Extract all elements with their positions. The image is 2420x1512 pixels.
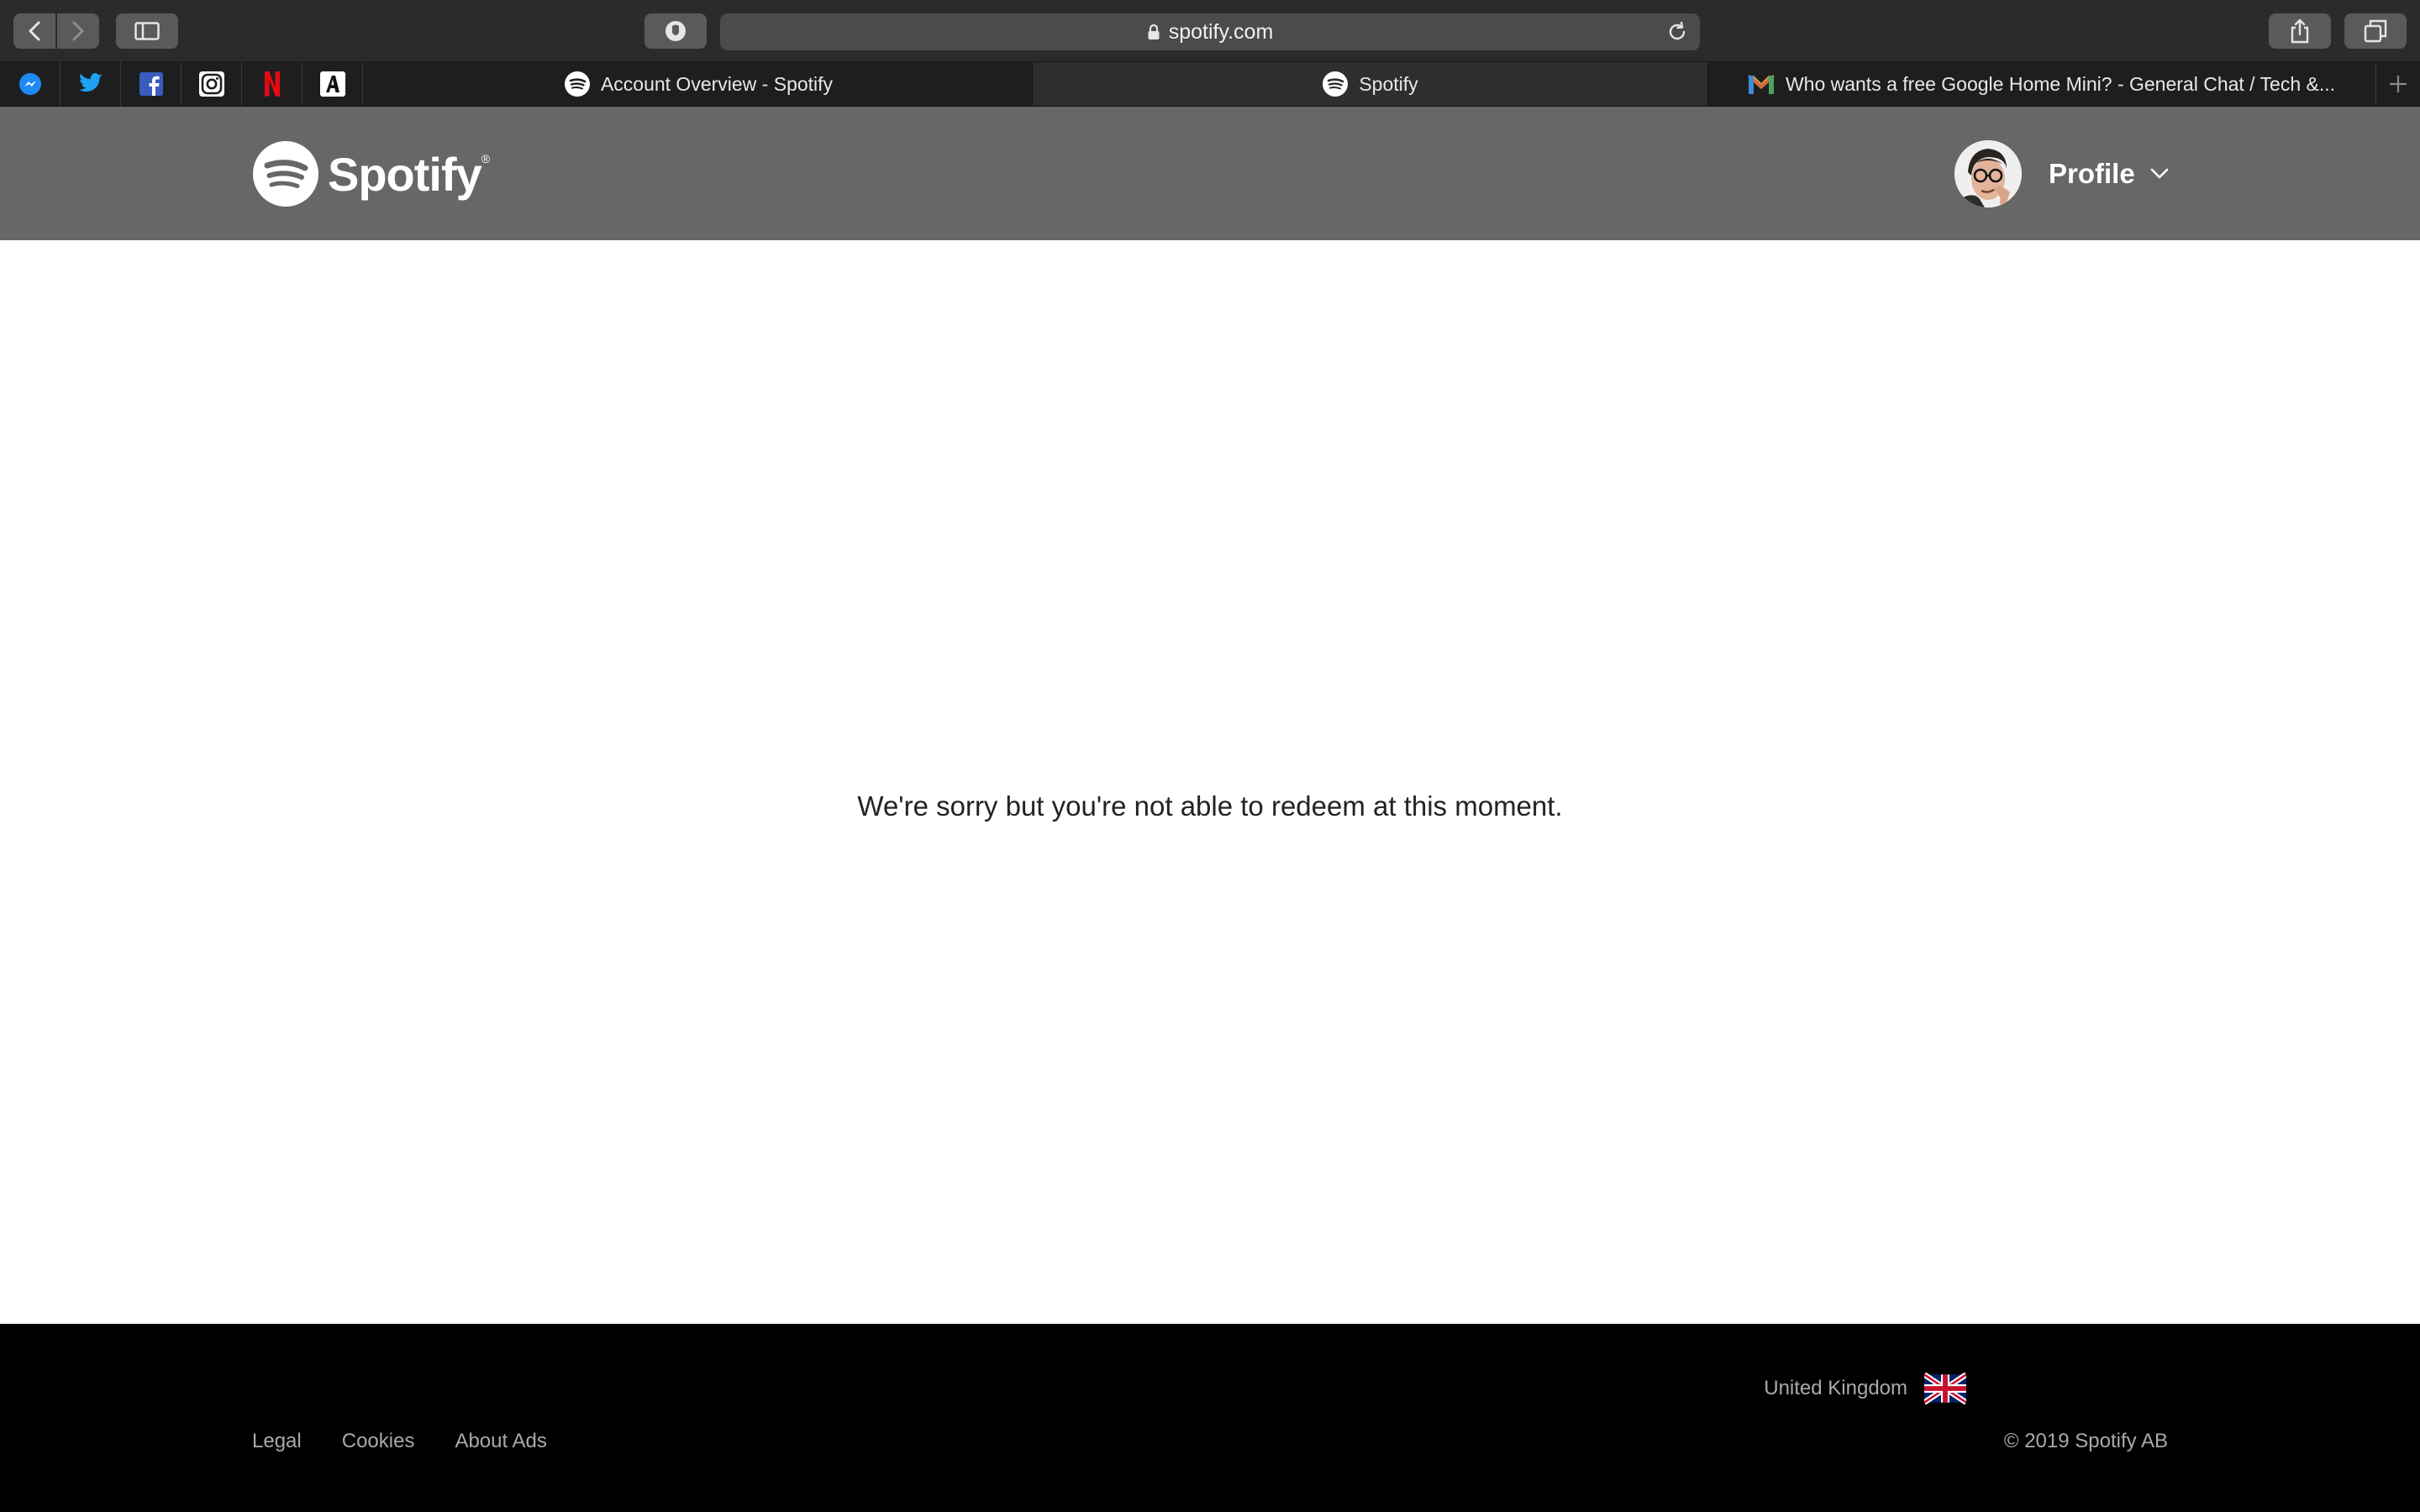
tab-google-home-mini[interactable]: Who wants a free Google Home Mini? - Gen… — [1707, 62, 2376, 106]
main-content: We're sorry but you're not able to redee… — [0, 240, 2420, 1324]
app-a-icon — [319, 71, 345, 97]
tabs-overview-button[interactable] — [2344, 13, 2407, 49]
privacy-extension-button[interactable] — [644, 13, 707, 49]
share-icon — [2291, 18, 2309, 44]
copyright: © 2019 Spotify AB — [2003, 1430, 2168, 1452]
tab-label: Account Overview - Spotify — [600, 72, 834, 95]
shield-icon — [666, 21, 686, 41]
tab-bar: Account Overview - Spotify Spotify Who w… — [0, 62, 2420, 107]
sidebar-button[interactable] — [116, 13, 178, 49]
forward-button[interactable] — [57, 13, 99, 49]
chevron-down-icon — [2150, 168, 2169, 179]
favorite-instagram[interactable] — [182, 62, 242, 106]
messenger-icon — [18, 73, 41, 95]
chevron-right-icon — [72, 21, 84, 41]
spotify-icon — [253, 141, 318, 207]
favorite-twitter[interactable] — [60, 62, 121, 106]
favorite-netflix[interactable] — [242, 62, 302, 106]
netflix-icon — [264, 71, 280, 97]
tab-label: Who wants a free Google Home Mini? - Gen… — [1785, 72, 2336, 95]
legal-link[interactable]: Legal — [252, 1430, 302, 1453]
chevron-left-icon — [29, 21, 40, 41]
instagram-icon — [198, 71, 224, 97]
country-label: United Kingdom — [1764, 1377, 1907, 1399]
cookies-link[interactable]: Cookies — [342, 1430, 415, 1453]
error-message: We're sorry but you're not able to redee… — [857, 790, 1563, 822]
uk-flag-icon — [1924, 1373, 1966, 1404]
tab-spotify[interactable]: Spotify — [1034, 62, 1707, 106]
logo-wordmark: Spotify — [328, 147, 482, 201]
site-header: Spotify ® Profile — [0, 107, 2420, 240]
new-tab-button[interactable] — [2376, 62, 2420, 106]
gmail-icon — [1747, 74, 1775, 94]
favorite-facebook[interactable] — [121, 62, 182, 106]
address-bar[interactable]: spotify.com — [720, 13, 1700, 50]
spotify-icon — [564, 71, 590, 97]
tabs-icon — [2364, 19, 2387, 43]
favorite-messenger[interactable] — [0, 62, 60, 106]
plus-icon — [2390, 76, 2407, 92]
reload-icon[interactable] — [1666, 21, 1688, 43]
twitter-icon — [78, 73, 103, 92]
back-button[interactable] — [13, 13, 55, 49]
spotify-icon — [1323, 71, 1349, 97]
sidebar-icon — [134, 22, 160, 40]
spotify-logo[interactable]: Spotify ® — [252, 140, 490, 207]
footer-links: Legal Cookies About Ads — [252, 1430, 587, 1453]
tab-account-overview[interactable]: Account Overview - Spotify — [363, 62, 1034, 106]
browser-toolbar: spotify.com — [0, 0, 2420, 62]
site-footer: United Kingdom Legal Cookies About Ads ©… — [0, 1324, 2420, 1512]
country-selector[interactable]: United Kingdom — [1764, 1373, 1966, 1404]
tab-label: Spotify — [1359, 72, 1418, 95]
favorite-app-a[interactable] — [302, 62, 363, 106]
lock-icon — [1148, 24, 1160, 39]
avatar-image — [1954, 140, 2022, 207]
share-button[interactable] — [2269, 13, 2331, 49]
avatar — [1954, 140, 2022, 207]
facebook-icon — [139, 72, 163, 96]
about-ads-link[interactable]: About Ads — [455, 1430, 546, 1453]
profile-label: Profile — [2049, 158, 2135, 189]
profile-menu[interactable]: Profile — [1954, 140, 2169, 207]
registered-mark: ® — [481, 152, 491, 165]
url-text: spotify.com — [1168, 19, 1274, 44]
